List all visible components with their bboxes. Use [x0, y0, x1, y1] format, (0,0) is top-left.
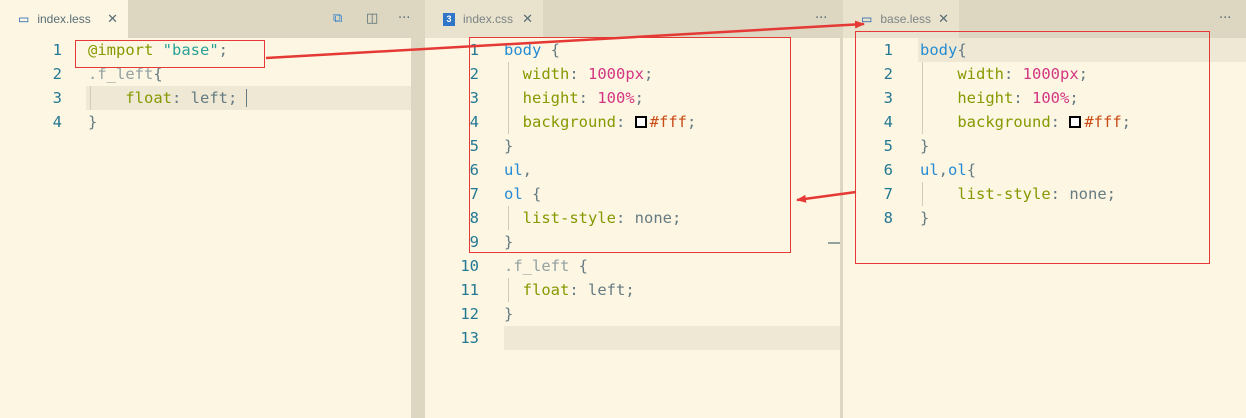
- code-line[interactable]: 13: [425, 326, 840, 350]
- css-file-icon: 3: [443, 12, 455, 26]
- code-line[interactable]: 12}: [425, 302, 840, 326]
- close-icon[interactable]: ✕: [938, 11, 949, 27]
- code-line[interactable]: 3 float: left;: [0, 86, 411, 110]
- more-actions-icon[interactable]: ···: [815, 11, 827, 26]
- overview-ruler-mark: [828, 242, 840, 244]
- code-token: : left;: [569, 281, 635, 299]
- close-icon[interactable]: ✕: [522, 11, 533, 27]
- text-cursor: [246, 89, 247, 107]
- code-token: {: [569, 257, 588, 275]
- close-icon[interactable]: ✕: [107, 11, 118, 27]
- tab-index-css[interactable]: 3 index.css ✕: [425, 0, 543, 38]
- code-editor[interactable]: 1 @import "base"; 2 .f_left{3 float: left; 4…: [0, 38, 411, 418]
- tab-label: index.less: [37, 12, 91, 26]
- code-token: : left;: [172, 89, 238, 107]
- split-editor-icon[interactable]: ◫: [366, 11, 378, 26]
- code-token: }: [88, 113, 98, 131]
- annotation-box-import: [75, 40, 265, 68]
- line-number: 13: [460, 329, 479, 347]
- code-text: float: left;: [88, 86, 237, 110]
- line-number: 2: [52, 65, 62, 83]
- code-token: .f_left: [504, 257, 570, 275]
- code-token: float: [522, 281, 570, 299]
- line-number: 12: [460, 305, 479, 323]
- more-actions-icon[interactable]: ···: [398, 11, 410, 26]
- code-line[interactable]: 11 float: left;: [425, 278, 840, 302]
- tab-bar: 3 index.css ✕ ···: [425, 0, 840, 38]
- tab-label: base.less: [880, 12, 932, 26]
- code-text: }: [88, 110, 97, 134]
- tab-bar: ▭ index.less ✕ ⧉ ◫ ···: [0, 0, 411, 38]
- line-number: 3: [52, 89, 62, 107]
- tab-index-less[interactable]: ▭ index.less ✕: [0, 0, 128, 38]
- code-line[interactable]: 4}: [0, 110, 411, 134]
- tab-label: index.css: [463, 12, 514, 26]
- compare-icon[interactable]: ⧉: [333, 11, 342, 26]
- pane-divider[interactable]: [411, 0, 425, 418]
- code-token: }: [504, 305, 514, 323]
- code-text: float: left;: [504, 278, 635, 302]
- more-actions-icon[interactable]: ···: [1219, 11, 1231, 26]
- less-file-icon: ▭: [861, 12, 873, 26]
- code-token: float: [125, 89, 172, 107]
- annotation-box-css-output: [469, 37, 791, 253]
- code-line[interactable]: 10 .f_left {: [425, 254, 840, 278]
- code-text: .f_left {: [504, 254, 588, 278]
- line-number: 4: [52, 113, 62, 131]
- less-file-icon: ▭: [18, 12, 30, 26]
- code-text: }: [504, 302, 513, 326]
- annotation-box-base-less: [855, 31, 1210, 264]
- line-number: 11: [460, 281, 479, 299]
- line-number: 10: [460, 257, 479, 275]
- line-number: 1: [52, 41, 62, 59]
